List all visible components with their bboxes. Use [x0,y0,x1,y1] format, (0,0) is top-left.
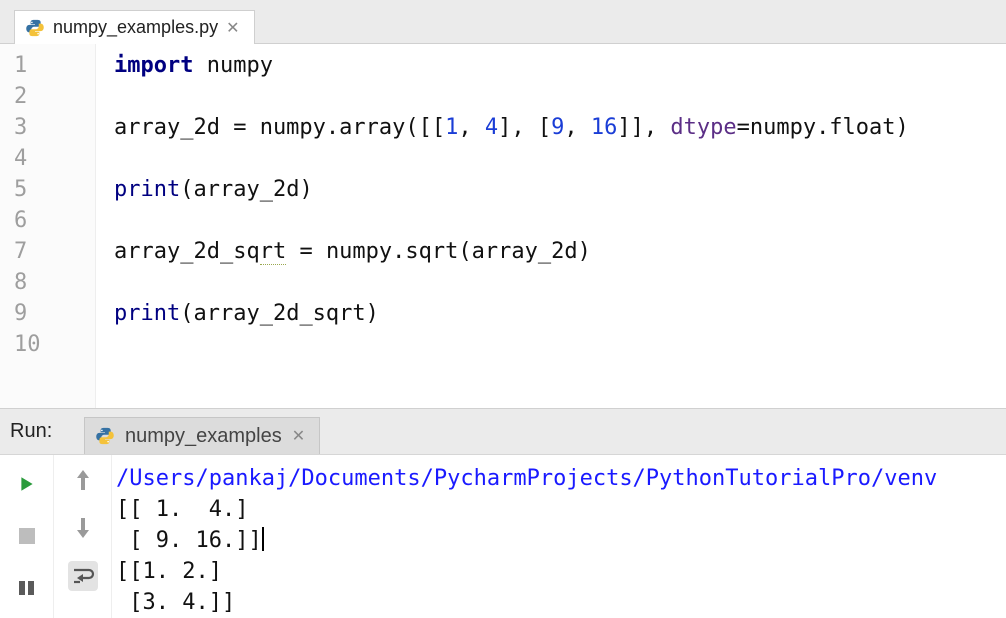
keyword: import [114,53,193,78]
python-icon [95,426,115,446]
weak-warning: rt [260,239,287,265]
console-line: [[ 1. 4.] [116,497,248,522]
builtin: print [114,301,180,326]
code-text: numpy [193,53,272,78]
line-number: 7 [0,236,95,267]
builtin: print [114,177,180,202]
number: 1 [445,115,458,140]
close-run-tab-icon[interactable]: ✕ [292,426,305,446]
line-number: 4 [0,143,95,174]
editor-tab-bar: numpy_examples.py ✕ [0,0,1006,44]
python-file-icon [25,18,45,38]
code-text: ]], [617,115,670,140]
number: 9 [551,115,564,140]
cursor [262,527,264,551]
console-line: [[1. 2.] [116,559,222,584]
code-text: (array_2d) [180,177,312,202]
run-side-toolbar [54,455,112,618]
code-text: , [458,115,485,140]
run-config-name: numpy_examples [125,425,282,448]
line-number: 2 [0,81,95,112]
run-panel: Run: numpy_examples ✕ [0,408,1006,618]
line-number: 3 [0,112,95,143]
scroll-down-button[interactable] [68,513,98,543]
kwarg: dtype [670,115,736,140]
line-number: 6 [0,205,95,236]
code-text: array_2d = numpy.array([[ [114,115,445,140]
console-line: [3. 4.]] [116,590,235,615]
line-number: 8 [0,267,95,298]
run-main-toolbar [0,455,54,618]
editor-area[interactable]: 1 2 3 4 5 6 7 8 9 10 import numpy array_… [0,44,1006,408]
line-number-gutter: 1 2 3 4 5 6 7 8 9 10 [0,44,96,408]
number: 4 [485,115,498,140]
editor-tab[interactable]: numpy_examples.py ✕ [14,10,255,44]
rerun-button[interactable] [12,469,42,499]
line-number: 1 [0,50,95,81]
close-tab-icon[interactable]: ✕ [226,18,239,38]
soft-wrap-button[interactable] [68,561,98,591]
console-output[interactable]: /Users/pankaj/Documents/PycharmProjects/… [112,455,1006,618]
code-text: = numpy.sqrt(array_2d) [286,239,591,264]
scroll-up-button[interactable] [68,465,98,495]
run-config-tab[interactable]: numpy_examples ✕ [84,417,320,454]
number: 16 [591,115,618,140]
console-line: [ 9. 16.]] [116,528,262,553]
code-text: ], [ [498,115,551,140]
run-label: Run: [0,409,80,454]
line-number: 9 [0,298,95,329]
layout-button[interactable] [12,573,42,603]
interpreter-path: /Users/pankaj/Documents/PycharmProjects/… [116,466,937,491]
line-number: 10 [0,329,95,360]
code-text: =numpy.float) [737,115,909,140]
stop-button[interactable] [12,521,42,551]
run-panel-header: Run: numpy_examples ✕ [0,409,1006,455]
code-content[interactable]: import numpy array_2d = numpy.array([[1,… [96,44,1006,408]
line-number: 5 [0,174,95,205]
tab-filename: numpy_examples.py [53,17,218,38]
code-text: , [564,115,591,140]
code-text: (array_2d_sqrt) [180,301,379,326]
code-text: array_2d_sq [114,239,260,264]
